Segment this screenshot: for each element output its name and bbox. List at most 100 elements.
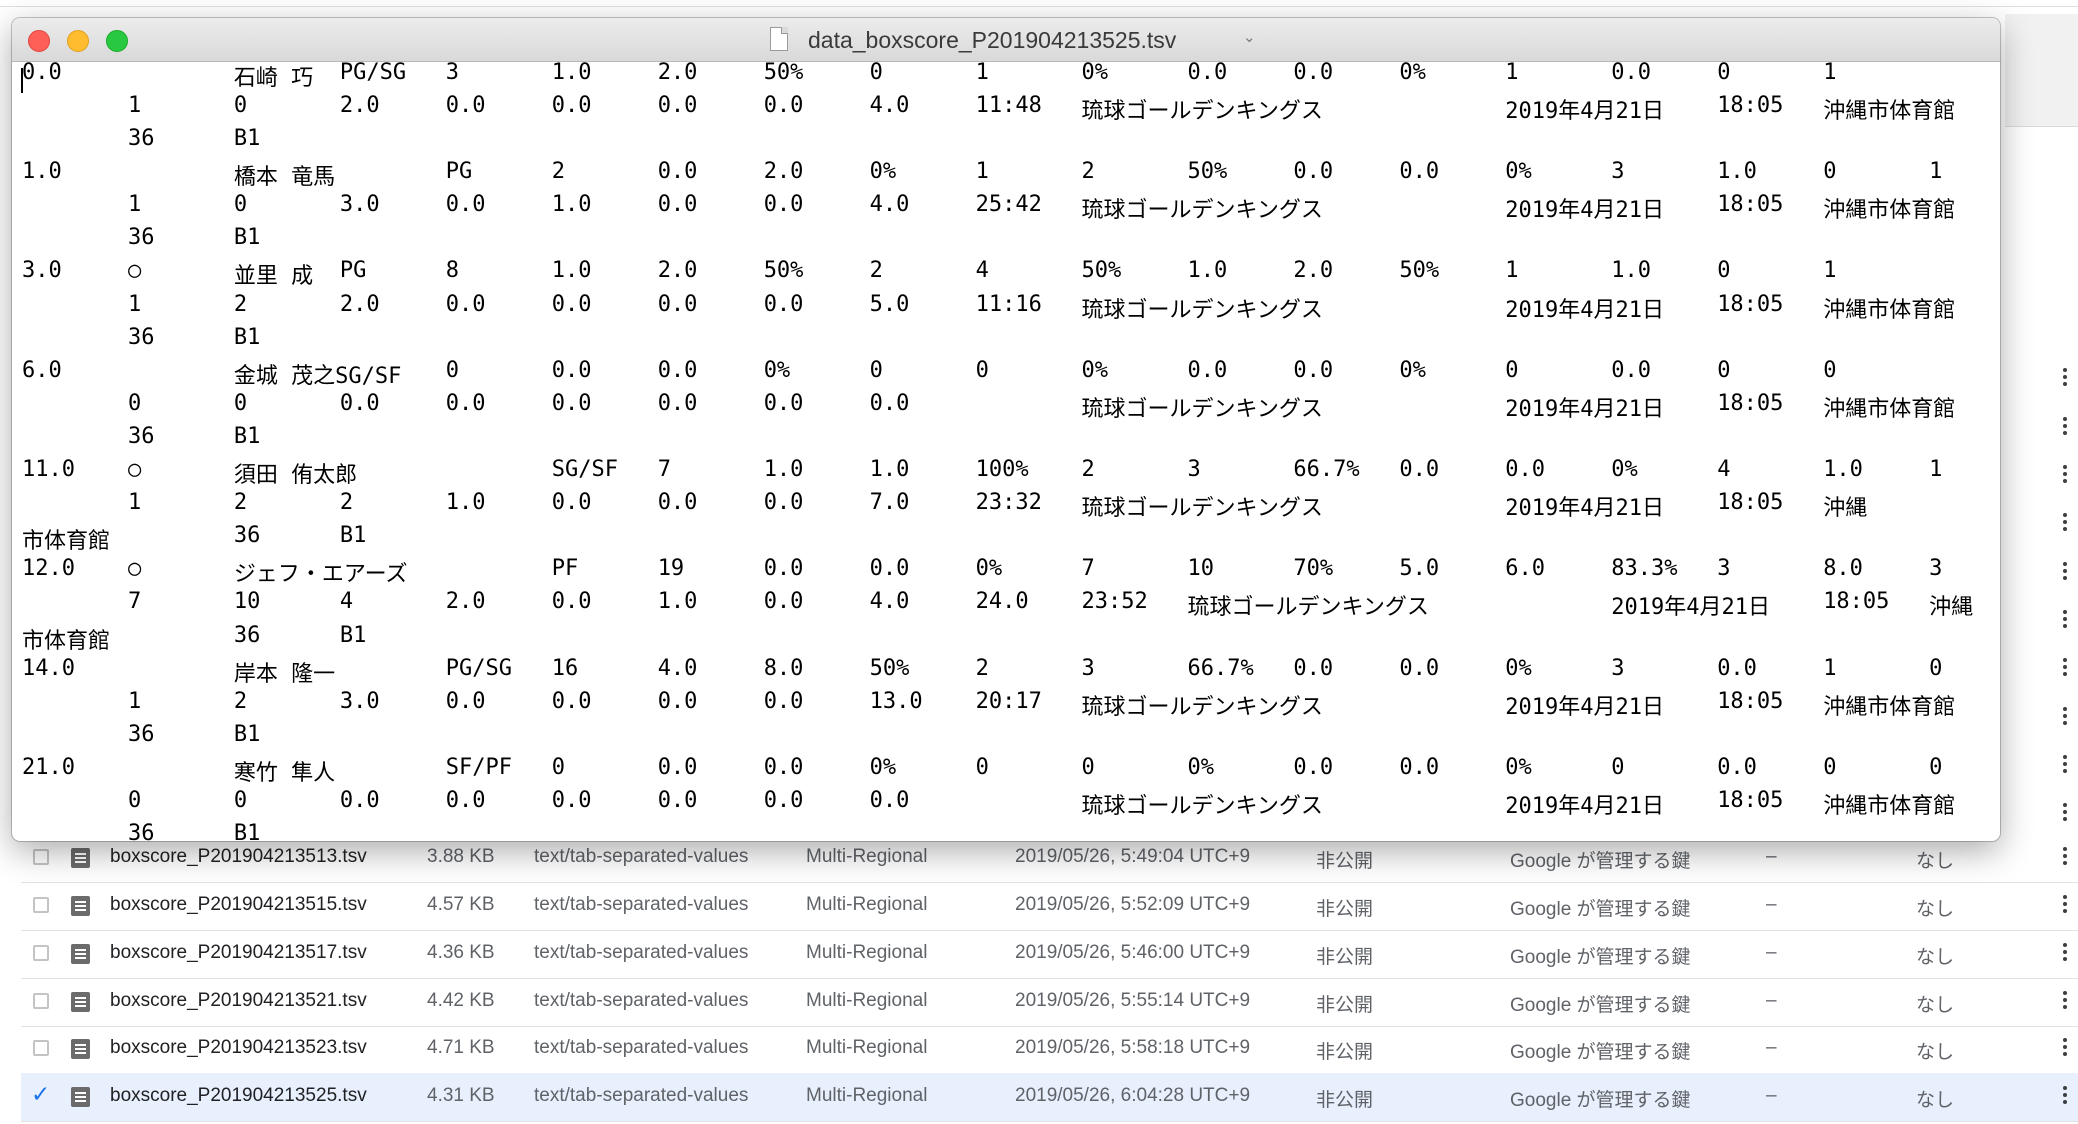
toolbar-divider	[0, 6, 2078, 7]
more-vert-icon[interactable]	[2062, 1086, 2068, 1104]
file-icon	[71, 848, 90, 868]
file-name[interactable]: boxscore_P201904213513.tsv	[110, 846, 367, 868]
file-size: 4.31 KB	[427, 1085, 495, 1106]
created-time: 2019/05/26, 5:52:09 UTC+9	[1015, 894, 1251, 915]
zoom-button[interactable]	[106, 30, 128, 52]
encryption: Google が管理する鍵	[1510, 1090, 1691, 1111]
file-row[interactable]: boxscore_P201904213515.tsv 4.57 KB text/ta…	[21, 882, 2078, 931]
more-vert-icon[interactable]	[2062, 368, 2068, 386]
file-size: 3.88 KB	[427, 846, 495, 867]
file-icon	[71, 944, 90, 964]
more-vert-icon[interactable]	[2062, 847, 2068, 865]
more-vert-icon[interactable]	[2062, 417, 2068, 435]
storage-class: Multi-Regional	[806, 990, 928, 1011]
storage-class: Multi-Regional	[806, 894, 928, 915]
hold-status: なし	[1916, 899, 1955, 920]
more-vert-icon[interactable]	[2062, 1038, 2068, 1056]
created-time: 2019/05/26, 5:49:04 UTC+9	[1015, 846, 1251, 867]
more-vert-icon[interactable]	[2062, 610, 2068, 628]
encryption: Google が管理する鍵	[1510, 995, 1691, 1016]
header-divider	[2005, 126, 2078, 127]
hold-status: なし	[1916, 1042, 1955, 1063]
storage-class: Multi-Regional	[806, 1037, 928, 1058]
created-time: 2019/05/26, 5:55:14 UTC+9	[1015, 990, 1251, 1011]
file-type: text/tab-separated-values	[534, 942, 749, 963]
checkbox-icon[interactable]	[31, 1082, 50, 1108]
hold-status: なし	[1916, 851, 1955, 872]
file-icon	[71, 992, 90, 1012]
more-vert-icon[interactable]	[2062, 803, 2068, 821]
created-time: 2019/05/26, 5:58:18 UTC+9	[1015, 1037, 1251, 1058]
more-vert-icon[interactable]	[2062, 755, 2068, 773]
header-shade	[2005, 14, 2078, 126]
retention: –	[1766, 894, 1777, 915]
more-vert-icon[interactable]	[2062, 991, 2068, 1009]
retention: –	[1766, 990, 1777, 1011]
document-icon	[770, 27, 788, 51]
public-access: 非公開	[1316, 1090, 1374, 1111]
file-type: text/tab-separated-values	[534, 1037, 749, 1058]
file-size: 4.36 KB	[427, 942, 495, 963]
text-viewer-window: data_boxscore_P201904213525.tsv ⌄ 0.0 石崎 …	[12, 18, 2000, 841]
encryption: Google が管理する鍵	[1510, 851, 1691, 872]
file-row[interactable]: boxscore_P201904213523.tsv 4.71 KB text/ta…	[21, 1025, 2078, 1074]
storage-class: Multi-Regional	[806, 942, 928, 963]
file-icon	[71, 1039, 90, 1059]
text-content[interactable]: 0.0 石崎 巧 PG/SG 3 1.0 2.0 50% 0 1 0% 0.0 0.0 0% 1 0.0 0 1…	[12, 62, 2000, 841]
more-vert-icon[interactable]	[2062, 562, 2068, 580]
created-time: 2019/05/26, 5:46:00 UTC+9	[1015, 942, 1251, 963]
minimize-button[interactable]	[67, 30, 89, 52]
hold-status: なし	[1916, 995, 1955, 1016]
file-name[interactable]: boxscore_P201904213521.tsv	[110, 990, 367, 1012]
file-name[interactable]: boxscore_P201904213523.tsv	[110, 1037, 367, 1059]
checkbox-icon[interactable]	[33, 849, 49, 865]
encryption: Google が管理する鍵	[1510, 947, 1691, 968]
hold-status: なし	[1916, 1090, 1955, 1111]
more-vert-icon[interactable]	[2062, 513, 2068, 531]
public-access: 非公開	[1316, 995, 1374, 1016]
file-type: text/tab-separated-values	[534, 846, 749, 867]
file-name[interactable]: boxscore_P201904213525.tsv	[110, 1085, 367, 1107]
storage-class: Multi-Regional	[806, 1085, 928, 1106]
file-icon	[71, 896, 90, 916]
file-row[interactable]: boxscore_P201904213525.tsv 4.31 KB text/ta…	[21, 1073, 2078, 1122]
file-name[interactable]: boxscore_P201904213517.tsv	[110, 942, 367, 964]
checkbox-icon[interactable]	[33, 993, 49, 1009]
file-type: text/tab-separated-values	[534, 1085, 749, 1106]
file-type: text/tab-separated-values	[534, 894, 749, 915]
checkbox-icon[interactable]	[33, 897, 49, 913]
chevron-down-icon[interactable]: ⌄	[1243, 28, 1256, 46]
checkbox-icon[interactable]	[33, 945, 49, 961]
more-vert-icon[interactable]	[2062, 943, 2068, 961]
more-vert-icon[interactable]	[2062, 707, 2068, 725]
encryption: Google が管理する鍵	[1510, 899, 1691, 920]
checkbox-icon[interactable]	[33, 1040, 49, 1056]
window-title[interactable]: data_boxscore_P201904213525.tsv	[808, 27, 1176, 54]
retention: –	[1766, 1085, 1777, 1106]
file-icon	[71, 1087, 90, 1107]
file-name[interactable]: boxscore_P201904213515.tsv	[110, 894, 367, 916]
file-row[interactable]: boxscore_P201904213517.tsv 4.36 KB text/ta…	[21, 930, 2078, 979]
file-type: text/tab-separated-values	[534, 990, 749, 1011]
file-size: 4.71 KB	[427, 1037, 495, 1058]
window-titlebar[interactable]: data_boxscore_P201904213525.tsv ⌄	[12, 18, 2000, 62]
more-vert-icon[interactable]	[2062, 895, 2068, 913]
encryption: Google が管理する鍵	[1510, 1042, 1691, 1063]
public-access: 非公開	[1316, 947, 1374, 968]
file-size: 4.57 KB	[427, 894, 495, 915]
close-button[interactable]	[28, 30, 50, 52]
file-size: 4.42 KB	[427, 990, 495, 1011]
more-vert-icon[interactable]	[2062, 465, 2068, 483]
file-row[interactable]: boxscore_P201904213521.tsv 4.42 KB text/ta…	[21, 978, 2078, 1027]
retention: –	[1766, 942, 1777, 963]
public-access: 非公開	[1316, 899, 1374, 920]
public-access: 非公開	[1316, 1042, 1374, 1063]
retention: –	[1766, 1037, 1777, 1058]
hold-status: なし	[1916, 947, 1955, 968]
storage-class: Multi-Regional	[806, 846, 928, 867]
file-row[interactable]: boxscore_P201904213513.tsv 3.88 KB text/ta…	[21, 834, 2078, 883]
created-time: 2019/05/26, 6:04:28 UTC+9	[1015, 1085, 1251, 1106]
public-access: 非公開	[1316, 851, 1374, 872]
more-vert-icon[interactable]	[2062, 658, 2068, 676]
retention: –	[1766, 846, 1777, 867]
